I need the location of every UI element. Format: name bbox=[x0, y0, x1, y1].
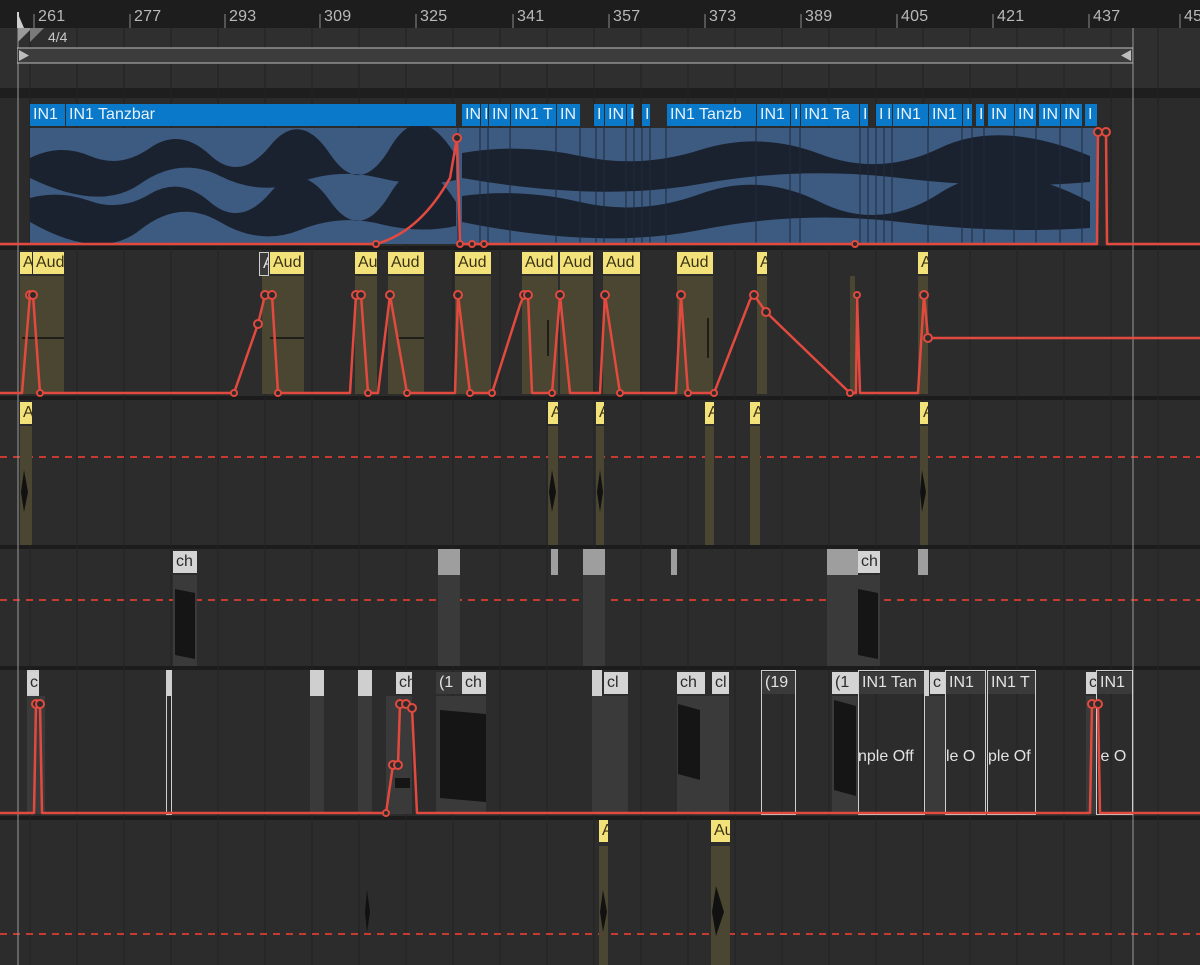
audio-clip[interactable]: IN1 bbox=[946, 672, 985, 694]
audio-clip[interactable]: Aud bbox=[560, 252, 593, 274]
track-1-lane[interactable]: IN1 IN1 Tanzbar IN I IN IN1 T IN I IN I … bbox=[0, 98, 1200, 246]
audio-clip[interactable]: I bbox=[884, 104, 892, 126]
track-2-lane[interactable]: A Aud A Aud Au Aud Aud Aud Aud Aud Aud A… bbox=[0, 250, 1200, 396]
audio-clip[interactable]: IN1 bbox=[757, 104, 790, 126]
audio-clip[interactable]: IN1 Tanzbar bbox=[66, 104, 456, 126]
audio-clip[interactable]: (1 bbox=[832, 672, 858, 694]
audio-clip[interactable]: IN bbox=[1039, 104, 1060, 126]
audio-clip[interactable]: ch bbox=[858, 551, 880, 573]
audio-clip[interactable]: ch bbox=[677, 672, 705, 694]
audio-clip[interactable]: ch bbox=[396, 672, 412, 694]
audio-clip[interactable]: A bbox=[20, 252, 32, 274]
audio-clip[interactable]: IN1 Tanzb bbox=[667, 104, 756, 126]
loop-brace[interactable] bbox=[17, 47, 1133, 64]
audio-clip[interactable]: I bbox=[481, 104, 488, 126]
audio-clip[interactable]: A bbox=[20, 402, 32, 424]
audio-clip[interactable]: A bbox=[705, 402, 714, 424]
audio-clip[interactable]: ch bbox=[173, 551, 197, 573]
audio-clip[interactable]: Aud bbox=[33, 252, 64, 274]
audio-clip[interactable]: IN1 bbox=[893, 104, 928, 126]
audio-clip[interactable]: I bbox=[791, 104, 800, 126]
bar-ruler[interactable]: 261 277 293 309 325 341 357 373 389 405 … bbox=[0, 0, 1200, 28]
track-6-lane[interactable]: A Au bbox=[0, 820, 1200, 965]
audio-clip[interactable]: I bbox=[876, 104, 884, 126]
audio-clip[interactable]: c bbox=[930, 672, 945, 694]
audio-clip[interactable]: IN1 Tan bbox=[859, 672, 924, 694]
audio-clip[interactable]: I bbox=[976, 104, 984, 126]
time-signature[interactable]: 4/4 bbox=[48, 29, 67, 45]
audio-clip[interactable]: IN bbox=[462, 104, 480, 126]
audio-clip[interactable]: c bbox=[1086, 672, 1096, 694]
audio-clip[interactable]: I bbox=[1085, 104, 1097, 126]
audio-clip[interactable]: IN1 T bbox=[988, 672, 1035, 694]
sample-offset-text: nple Off bbox=[858, 748, 914, 765]
audio-clip[interactable]: Au bbox=[711, 820, 730, 842]
audio-clip[interactable]: cl bbox=[604, 672, 628, 694]
audio-clip[interactable]: A bbox=[259, 252, 269, 276]
audio-clip[interactable]: IN1 bbox=[929, 104, 962, 126]
audio-clip[interactable]: (1 bbox=[436, 672, 462, 694]
audio-clip[interactable]: (19 bbox=[762, 672, 795, 694]
audio-clip[interactable]: IN bbox=[605, 104, 626, 126]
audio-clip[interactable]: IN1 bbox=[30, 104, 65, 126]
audio-clip[interactable]: IN bbox=[557, 104, 580, 126]
audio-clip[interactable]: I bbox=[642, 104, 650, 126]
audio-clip[interactable]: IN bbox=[489, 104, 510, 126]
track-2-clip-bodies bbox=[20, 276, 928, 394]
audio-clip[interactable]: A bbox=[548, 402, 558, 424]
sample-offset-text: le O bbox=[1097, 748, 1127, 765]
audio-clip[interactable]: c bbox=[27, 672, 39, 694]
audio-clip[interactable]: IN bbox=[988, 104, 1014, 126]
audio-clip[interactable]: A bbox=[599, 820, 608, 842]
audio-clip[interactable]: I bbox=[627, 104, 634, 126]
audio-clip[interactable]: IN bbox=[1061, 104, 1082, 126]
audio-clip[interactable]: Aud bbox=[603, 252, 640, 274]
audio-clip[interactable]: IN1 Ta bbox=[801, 104, 859, 126]
track-5-lane[interactable]: c ch (1 ch cl ch cl (19 (1 IN1 Tan c IN1… bbox=[0, 670, 1200, 816]
audio-clip[interactable]: Aud bbox=[677, 252, 713, 274]
audio-clip[interactable]: cl bbox=[712, 672, 729, 694]
audio-clip[interactable]: Aud bbox=[270, 252, 304, 274]
audio-clip[interactable]: A bbox=[757, 252, 767, 274]
audio-clip[interactable]: Aud bbox=[455, 252, 491, 274]
audio-clip[interactable]: I bbox=[963, 104, 972, 126]
track-3-lane[interactable]: A A A A A A bbox=[0, 400, 1200, 545]
sample-offset-text: le O bbox=[946, 748, 976, 765]
audio-clip[interactable]: A bbox=[918, 252, 928, 274]
audio-clip[interactable]: IN1 bbox=[1097, 672, 1132, 694]
track-4-lane[interactable]: ch ch bbox=[0, 549, 1200, 666]
audio-clip[interactable]: I bbox=[594, 104, 604, 126]
audio-clip[interactable]: IN1 T bbox=[511, 104, 556, 126]
sample-offset-text: ple Of bbox=[988, 748, 1031, 765]
time-signature-marker-icon[interactable] bbox=[18, 28, 48, 46]
audio-clip[interactable]: ch bbox=[462, 672, 486, 694]
audio-clip[interactable]: A bbox=[596, 402, 604, 424]
ruler-ticks bbox=[17, 12, 1181, 28]
audio-clip[interactable]: IN bbox=[1015, 104, 1036, 126]
audio-clip[interactable]: I bbox=[860, 104, 868, 126]
audio-clip[interactable]: A bbox=[920, 402, 928, 424]
audio-clip[interactable]: Aud bbox=[388, 252, 424, 274]
audio-clip[interactable]: Au bbox=[355, 252, 377, 274]
audio-clip[interactable]: A bbox=[750, 402, 760, 424]
arrangement-view: 261 277 293 309 325 341 357 373 389 405 … bbox=[0, 0, 1200, 965]
audio-clip[interactable]: Aud bbox=[522, 252, 558, 274]
